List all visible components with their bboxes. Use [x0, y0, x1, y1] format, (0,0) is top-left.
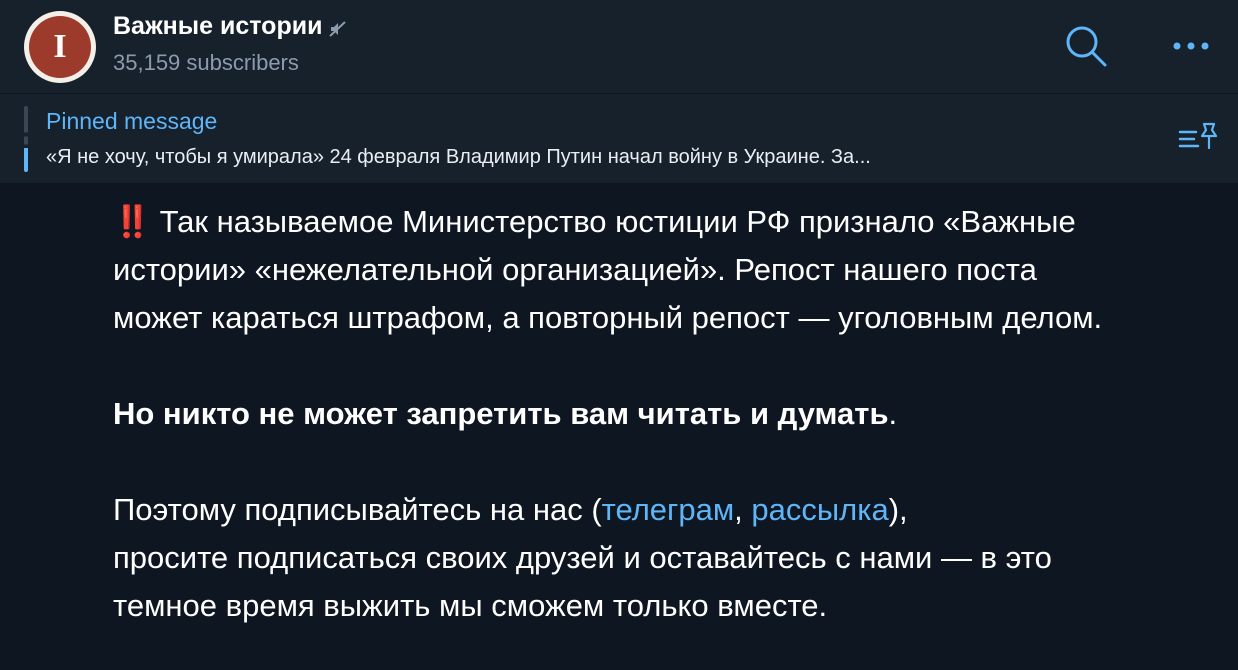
pinned-label: Pinned message [46, 108, 218, 134]
pinned-list-button[interactable] [1176, 118, 1222, 158]
avatar-logo: I [29, 16, 91, 78]
more-button[interactable] [1168, 28, 1214, 64]
post-comma: , [734, 492, 752, 527]
subscriber-count: 35,159 subscribers [113, 50, 299, 75]
avatar[interactable]: I [24, 11, 96, 83]
message-area: ‼️ Так называемое Министерство юстиции РФ… [0, 184, 1238, 670]
pinned-message-bar[interactable]: Pinned message «Я не хочу, чтобы я умира… [0, 94, 1238, 184]
post-paragraph-2: Но никто не может запретить вам читать и… [113, 390, 1123, 438]
post-text-3-start: Поэтому подписывайтесь на нас ( [113, 492, 602, 527]
pin-list-icon [1178, 122, 1218, 150]
post-text-2-end: . [888, 396, 898, 431]
channel-title-text: Важные истории [113, 12, 323, 40]
chat-header: I Важные истории 35,159 subscribers [0, 0, 1238, 94]
post-text-3-mid: ), [888, 492, 908, 527]
pinned-preview: «Я не хочу, чтобы я умирала» 24 февраля … [46, 146, 871, 168]
search-icon [1066, 26, 1107, 67]
post-bold-text: Но никто не может запретить вам читать и… [113, 396, 889, 431]
telegram-link[interactable]: телеграм [602, 492, 735, 527]
more-icon [1173, 42, 1209, 50]
avatar-letter: I [53, 28, 67, 65]
post-text-3-rest: просите подписаться своих друзей и остав… [113, 540, 1052, 623]
muted-icon [328, 17, 348, 37]
post-paragraph-3: Поэтому подписывайтесь на нас (телеграм,… [113, 486, 1123, 630]
mailing-link[interactable]: рассылка [751, 492, 888, 527]
double-exclamation-emoji: ‼️ [113, 204, 152, 239]
post-paragraph-1: ‼️ Так называемое Министерство юстиции РФ… [113, 198, 1123, 342]
channel-title[interactable]: Важные истории [113, 12, 348, 41]
post-text-1: Так называемое Министерство юстиции РФ п… [113, 204, 1103, 335]
search-button[interactable] [1062, 22, 1112, 72]
pinned-indicator [24, 106, 28, 172]
channel-post: ‼️ Так называемое Министерство юстиции РФ… [113, 198, 1123, 630]
